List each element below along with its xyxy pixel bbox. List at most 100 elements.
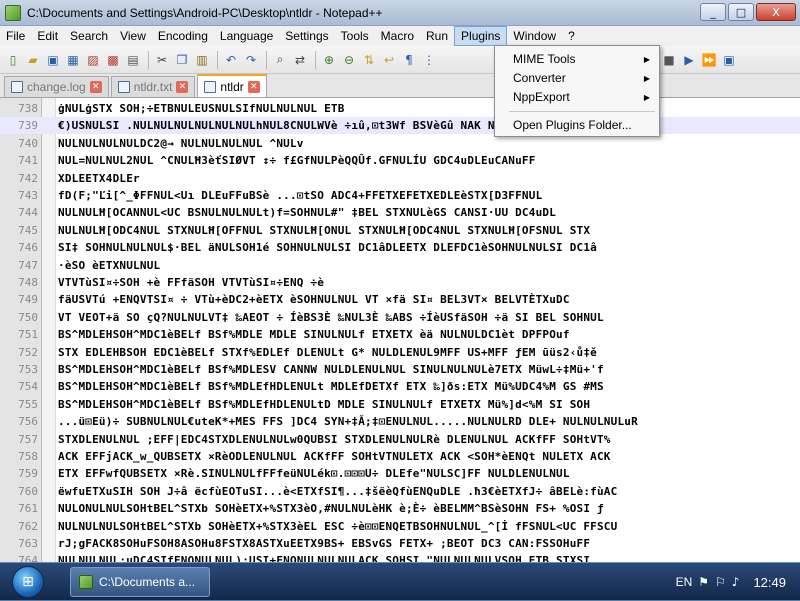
macro-playback-icon[interactable]: ▶: [680, 51, 698, 69]
menu-item-label: NppExport: [513, 90, 570, 104]
tab-close-icon[interactable]: ✕: [176, 81, 189, 93]
code-line[interactable]: 745 NULNULĦ[ODC4NUL STXNULĦ[OFFNUL STXNUL…: [0, 222, 800, 239]
new-file-icon[interactable]: ▯: [4, 51, 22, 69]
menu-help[interactable]: ?: [562, 26, 581, 46]
menu-item-mime-tools[interactable]: MIME Tools ▶: [496, 50, 658, 69]
tab-change-log[interactable]: change.log ✕: [4, 76, 109, 97]
menu-language[interactable]: Language: [214, 26, 279, 46]
save-icon[interactable]: ▣: [44, 51, 62, 69]
code-line[interactable]: 754 BS^MDLEHSOH^MDC1èBELf BSf%MDLEfHDLENU…: [0, 378, 800, 395]
code-line[interactable]: 749 fäUSVTú +ENQVTSI¤ ÷ VTù+èDC2+èETX èSO…: [0, 291, 800, 308]
line-number: 745: [18, 223, 38, 237]
close-button[interactable]: X: [756, 3, 796, 21]
taskbar-window-button[interactable]: C:\Documents a...: [70, 567, 210, 597]
menu-encoding[interactable]: Encoding: [152, 26, 214, 46]
code-line[interactable]: 762 NULNULNULSOHtBEL^STXb SOHèETX+%STX3èE…: [0, 518, 800, 535]
line-number: 759: [18, 467, 38, 481]
line-number: 739: [18, 119, 38, 133]
minimize-button[interactable]: _: [700, 3, 726, 21]
undo-icon[interactable]: ↶: [222, 51, 240, 69]
copy-icon[interactable]: ❐: [173, 51, 191, 69]
volume-icon[interactable]: ♪: [732, 575, 740, 589]
open-file-icon[interactable]: ▰: [24, 51, 42, 69]
code-line[interactable]: 739 €)USNULSI .NULNULNULNULNULNULhNUL8CNU…: [0, 117, 800, 135]
menu-file[interactable]: File: [0, 26, 31, 46]
tab-close-icon[interactable]: ✕: [247, 80, 260, 93]
tab-ntldr-txt[interactable]: ntldr.txt ✕: [110, 76, 196, 97]
code-line[interactable]: 747 ·èSO èETXNULNUL: [0, 257, 800, 274]
paste-icon[interactable]: ▥: [193, 51, 211, 69]
menu-item-nppexport[interactable]: NppExport ▶: [496, 88, 658, 107]
menu-view[interactable]: View: [114, 26, 152, 46]
code-line[interactable]: 759 ETX EFFwfQUBSETX ×Rè.SINULNULfFFfeüNU…: [0, 465, 800, 482]
save-all-icon[interactable]: ▦: [64, 51, 82, 69]
start-button[interactable]: ⊞: [8, 563, 48, 601]
code-line[interactable]: 755 BS^MDLEHSOH^MDC1èBELf BSf%MDLEfHDLENU…: [0, 396, 800, 413]
macro-run-multiple-icon[interactable]: ⏩: [700, 51, 718, 69]
code-line[interactable]: 756 ...ü⊡Eü)÷ SUBNULNUL€uteK*+MES FFS ]DC…: [0, 413, 800, 430]
menu-macro[interactable]: Macro: [375, 26, 420, 46]
code-line[interactable]: 738 ġNULġSTX SOH;÷ETBNULEUSNULSIfNULNULNU…: [0, 100, 800, 117]
line-number: 760: [18, 484, 38, 498]
tab-close-icon[interactable]: ✕: [89, 81, 102, 93]
macro-stop-icon[interactable]: ■: [660, 51, 678, 69]
line-number: 763: [18, 537, 38, 550]
menu-search[interactable]: Search: [64, 26, 114, 46]
line-text: VT VEOT+ä SO çQ?NULNULVT‡ ‰AEOT ÷ ÍèBS3È…: [58, 310, 604, 324]
word-wrap-icon[interactable]: ↩: [380, 51, 398, 69]
menu-run[interactable]: Run: [420, 26, 454, 46]
action-center-icon[interactable]: ⚐: [715, 575, 726, 589]
code-line[interactable]: 748 VTVTùSI¤÷SOH +è FFfäSOH VTVTùSI¤÷ENQ …: [0, 274, 800, 291]
macro-save-icon[interactable]: ▣: [720, 51, 738, 69]
code-line[interactable]: 740 NULNULNULNULDC2@→ NULNULNULNUL ^NULv: [0, 135, 800, 152]
network-icon[interactable]: ⚑: [698, 575, 709, 589]
code-line[interactable]: 763 rJ;gFACK8SOHuFSOH8ASOHu8FSTX8ASTXuEET…: [0, 535, 800, 552]
menu-window[interactable]: Window: [507, 26, 562, 46]
menu-settings[interactable]: Settings: [279, 26, 334, 46]
code-line[interactable]: 764 NULNULNUL;uDC4SIfENQNULNUL);USI+ENQNU…: [0, 552, 800, 562]
tab-label: ntldr.txt: [133, 80, 173, 94]
code-line[interactable]: 742 XDLEETX4DLEr: [0, 170, 800, 187]
code-line[interactable]: 746 SI‡ SOHNULNULNUL$·BEL äNULSOH1é SOHNU…: [0, 239, 800, 256]
line-number: 751: [18, 328, 38, 342]
line-text: BS^MDLEHSOH^MDC1èBELf BSf%MDLESV CANNW N…: [58, 363, 604, 376]
title-bar[interactable]: C:\Documents and Settings\Android-PC\Des…: [0, 0, 800, 26]
code-line[interactable]: 750 VT VEOT+ä SO çQ?NULNULVT‡ ‰AEOT ÷ ÍèB…: [0, 309, 800, 326]
text-editor[interactable]: 738 ġNULġSTX SOH;÷ETBNULEUSNULSIfNULNULNU…: [0, 98, 800, 562]
sync-scroll-icon[interactable]: ⇅: [360, 51, 378, 69]
code-line[interactable]: 757 STXDLENULNUL ;EFF|EDC4STXDLENULNULw0Q…: [0, 431, 800, 448]
close-file-icon[interactable]: ▨: [84, 51, 102, 69]
code-line[interactable]: 752 STX EDLEHBSOH EDC1èBELf STXf%EDLEf DL…: [0, 344, 800, 361]
language-indicator[interactable]: EN: [676, 575, 693, 589]
code-line[interactable]: 741 NUL=NULNUL2NUL ^CNULĦ3èťSIØVT ↕÷ f£Gf…: [0, 152, 800, 169]
taskbar: ⊞ C:\Documents a... EN ⚑ ⚐ ♪ 12:49: [0, 562, 800, 600]
print-icon[interactable]: ▤: [124, 51, 142, 69]
clock[interactable]: 12:49: [753, 575, 786, 590]
code-line[interactable]: 744 NULNULĦ[OCANNUL<UC BSNULNULNULt)f=SOH…: [0, 204, 800, 221]
code-line[interactable]: 758 ACK EFFjACK_w_QUBSETX ×RèODLENULNUL A…: [0, 448, 800, 465]
zoom-out-icon[interactable]: ⊖: [340, 51, 358, 69]
menu-item-open-plugins-folder[interactable]: Open Plugins Folder...: [496, 116, 658, 135]
indent-guide-icon[interactable]: ⋮: [420, 51, 438, 69]
replace-icon[interactable]: ⇄: [291, 51, 309, 69]
tab-ntldr[interactable]: ntldr ✕: [197, 74, 267, 97]
maximize-button[interactable]: □: [728, 3, 754, 21]
find-icon[interactable]: ⌕: [271, 51, 289, 69]
menu-item-converter[interactable]: Converter ▶: [496, 69, 658, 88]
menu-tools[interactable]: Tools: [335, 26, 375, 46]
redo-icon[interactable]: ↷: [242, 51, 260, 69]
code-line[interactable]: 760 ëwfuETXuSIH SOH J÷â ëcfùEOTuSI...è<ET…: [0, 483, 800, 500]
code-line[interactable]: 751 BS^MDLEHSOH^MDC1èBELf BSf%MDLE MDLE S…: [0, 326, 800, 343]
menu-plugins[interactable]: Plugins: [454, 26, 508, 46]
menu-edit[interactable]: Edit: [31, 26, 64, 46]
code-line[interactable]: 753 BS^MDLEHSOH^MDC1èBELf BSf%MDLESV CANN…: [0, 361, 800, 378]
close-all-icon[interactable]: ▩: [104, 51, 122, 69]
toolbar-separator: [315, 50, 316, 69]
cut-icon[interactable]: ✂: [153, 51, 171, 69]
plugins-menu: MIME Tools ▶ Converter ▶ NppExport ▶ Ope…: [494, 45, 660, 137]
menu-item-label: MIME Tools: [513, 52, 576, 66]
code-line[interactable]: 761 NULONULNULSOHtBEL^STXb SOHèETX+%STX3è…: [0, 500, 800, 517]
code-line[interactable]: 743 fD(F;"Ľi[^_ΦFFNUL<Uı DLEuFFuBSè ...⊡t…: [0, 187, 800, 204]
zoom-in-icon[interactable]: ⊕: [320, 51, 338, 69]
show-all-chars-icon[interactable]: ¶: [400, 51, 418, 69]
